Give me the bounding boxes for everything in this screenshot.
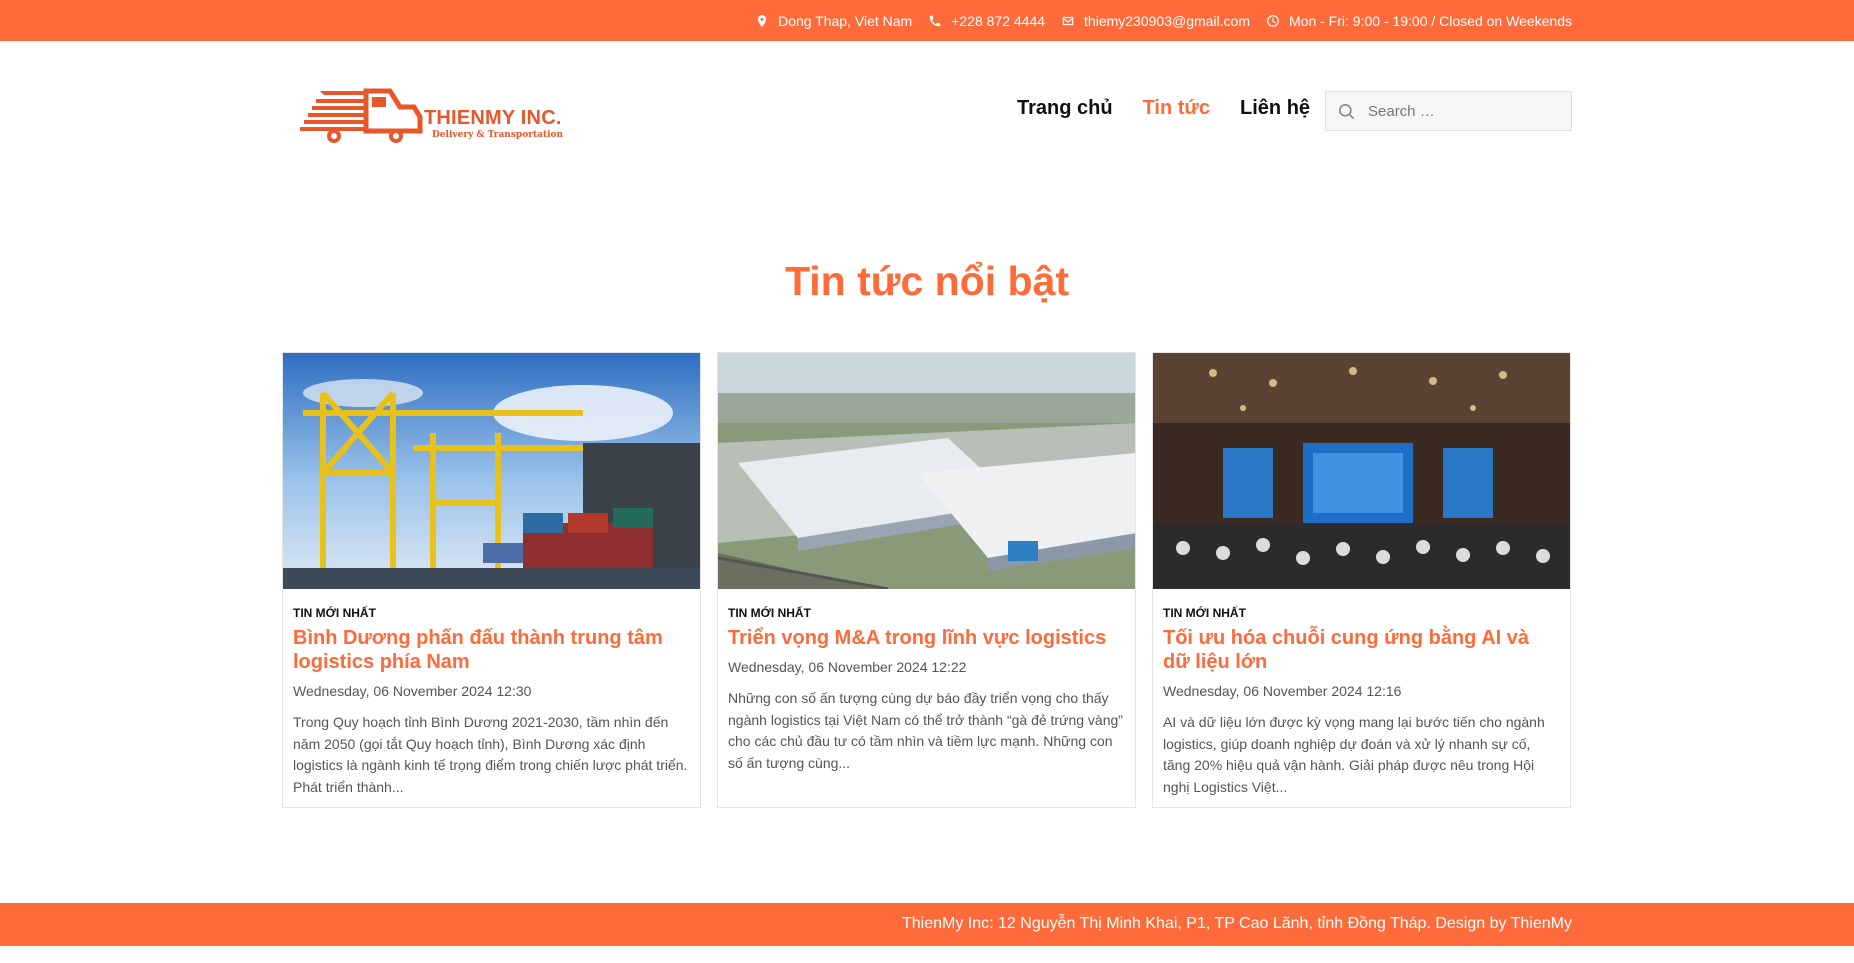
news-card-list: Tin mới nhất Bình Dương phấn đấu thành t…	[282, 352, 1571, 808]
section-title: Tin tức nổi bật	[784, 258, 1070, 304]
card-category[interactable]: Tin mới nhất	[1163, 606, 1560, 620]
search-box[interactable]	[1325, 91, 1572, 131]
news-card[interactable]: Tin mới nhất Triển vọng M&A trong lĩnh v…	[717, 352, 1136, 808]
hours-text: Mon - Fri: 9:00 - 19:00 / Closed on Week…	[1289, 12, 1572, 29]
card-excerpt: Những con số ấn tượng cùng dự báo đầy tr…	[728, 690, 1123, 771]
news-card[interactable]: Tin mới nhất Bình Dương phấn đấu thành t…	[282, 352, 701, 808]
email-text[interactable]: thiemy230903@gmail.com	[1084, 13, 1250, 29]
location-text: Dong Thap, Viet Nam	[778, 12, 913, 29]
phone-text[interactable]: +228 872 4444	[951, 13, 1045, 29]
port-cranes-image[interactable]	[283, 353, 701, 589]
clock-icon	[1267, 14, 1279, 27]
card-excerpt: AI và dữ liệu lớn được kỳ vọng mang lại …	[1163, 714, 1545, 795]
phone-icon	[929, 15, 941, 26]
envelope-icon	[1062, 16, 1074, 25]
truck-logo-icon	[300, 88, 423, 143]
card-title[interactable]: Triển vọng M&A trong lĩnh vực logistics	[728, 626, 1125, 650]
nav-item-home[interactable]: Trang chủ	[1017, 97, 1113, 120]
conference-hall-image[interactable]	[1153, 353, 1571, 589]
site-header: THIENMY INC. Delivery & Transportation T…	[0, 41, 1854, 181]
search-icon[interactable]	[1337, 102, 1356, 121]
card-title[interactable]: Tối ưu hóa chuỗi cung ứng bằng AI và dữ …	[1163, 626, 1560, 674]
card-date: Wednesday, 06 November 2024 12:30	[293, 683, 532, 699]
hours-info: Mon - Fri: 9:00 - 19:00 / Closed on Week…	[1266, 13, 1572, 29]
news-card[interactable]: Tin mới nhất Tối ưu hóa chuỗi cung ứng b…	[1152, 352, 1571, 808]
phone-info[interactable]: +228 872 4444	[928, 13, 1045, 29]
nav-item-contact[interactable]: Liên hệ	[1240, 97, 1310, 120]
card-category[interactable]: Tin mới nhất	[728, 606, 1125, 620]
card-date: Wednesday, 06 November 2024 12:22	[728, 659, 967, 675]
card-body: Tin mới nhất Triển vọng M&A trong lĩnh v…	[718, 589, 1135, 774]
card-body: Tin mới nhất Tối ưu hóa chuỗi cung ứng b…	[1153, 589, 1570, 798]
card-excerpt: Trong Quy hoạch tỉnh Bình Dương 2021-203…	[293, 714, 688, 795]
warehouse-aerial-image[interactable]	[718, 353, 1136, 589]
top-info-list: Dong Thap, Viet Nam +228 872 4444 thiemy…	[755, 0, 1572, 41]
email-info[interactable]: thiemy230903@gmail.com	[1061, 13, 1250, 29]
logo-name: THIENMY INC.	[424, 107, 562, 129]
map-pin-icon	[757, 14, 767, 27]
top-info-bar: Dong Thap, Viet Nam +228 872 4444 thiemy…	[0, 0, 1854, 41]
site-footer: ThienMy Inc: 12 Nguyễn Thị Minh Khai, P1…	[0, 903, 1854, 946]
card-body: Tin mới nhất Bình Dương phấn đấu thành t…	[283, 589, 700, 798]
site-logo[interactable]: THIENMY INC. Delivery & Transportation	[298, 81, 563, 145]
footer-text: ThienMy Inc: 12 Nguyễn Thị Minh Khai, P1…	[901, 915, 1572, 932]
location-info: Dong Thap, Viet Nam	[755, 13, 912, 29]
main-nav: Trang chủ Tin tức Liên hệ	[1017, 97, 1310, 120]
card-title[interactable]: Bình Dương phấn đấu thành trung tâm logi…	[293, 626, 690, 674]
nav-item-news[interactable]: Tin tức	[1143, 97, 1210, 120]
card-date: Wednesday, 06 November 2024 12:16	[1163, 683, 1402, 699]
card-category[interactable]: Tin mới nhất	[293, 606, 690, 620]
search-input[interactable]	[1368, 102, 1558, 120]
logo-tagline: Delivery & Transportation	[432, 130, 564, 140]
